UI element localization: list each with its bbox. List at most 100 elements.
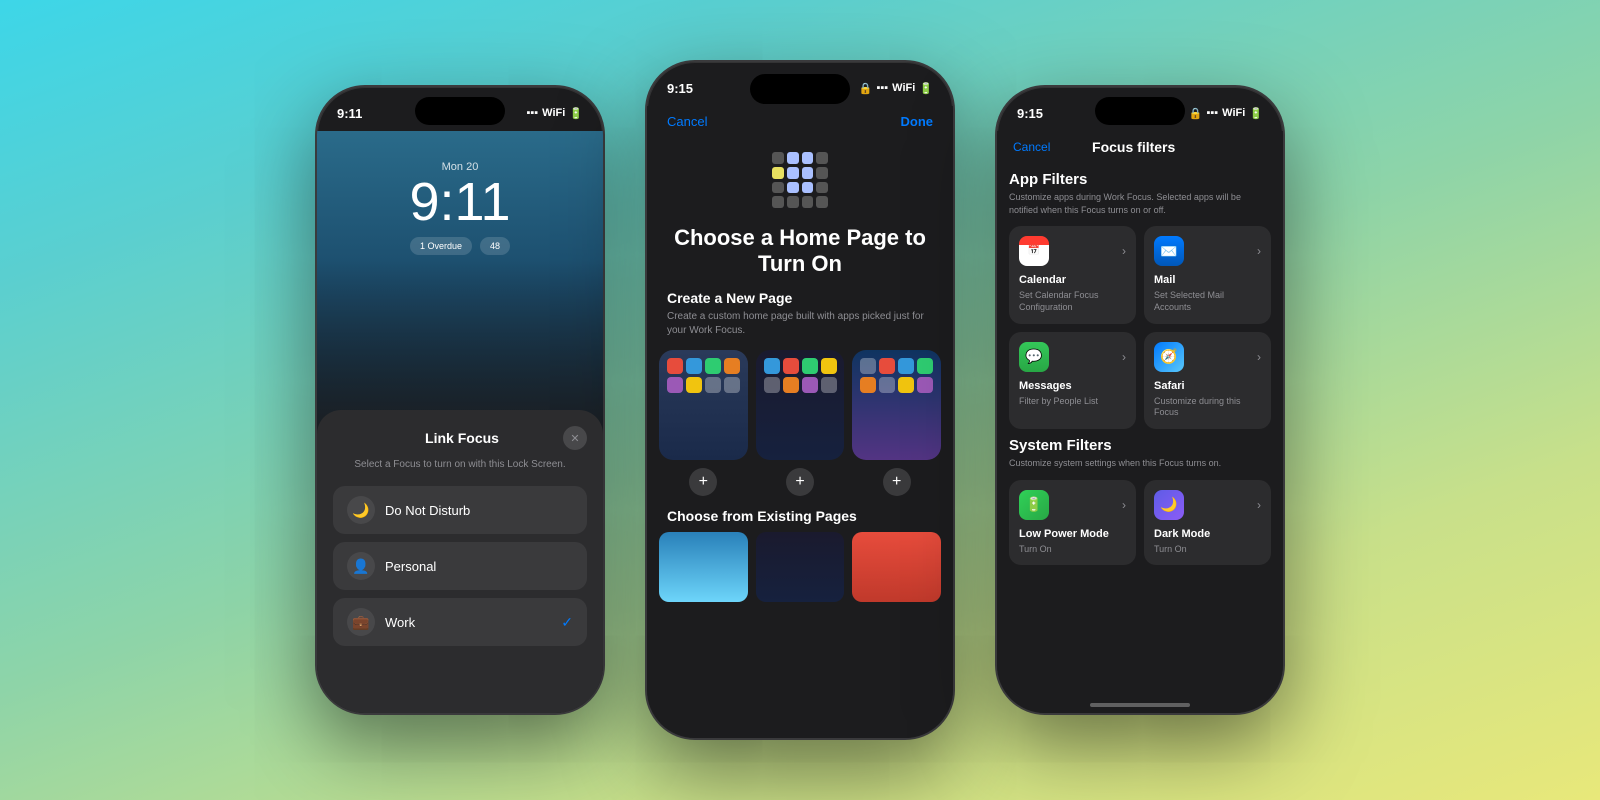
add-circle-icon-2: + — [786, 468, 814, 496]
personal-label: Personal — [385, 559, 573, 574]
existing-row — [647, 532, 953, 602]
battery-mode-desc: Turn On — [1019, 544, 1126, 556]
battery-sys-icon: 🔋 — [1019, 490, 1049, 520]
battery-chevron-icon: › — [1122, 498, 1126, 512]
phone-2: 9:15 🔒 ▪▪▪ WiFi 🔋 Cancel Done — [645, 60, 955, 740]
side-button-right-3 — [1283, 207, 1285, 257]
filter-card-darkmode[interactable]: 🌙 › Dark Mode Turn On — [1144, 480, 1271, 566]
home-page-thumb-3[interactable] — [852, 350, 941, 460]
add-btn-row: + + + — [647, 468, 953, 496]
status-time-3: 9:15 — [1017, 106, 1043, 121]
status-icons-3: 🔒 ▪▪▪ WiFi 🔋 — [1189, 107, 1263, 120]
thumb-icon — [917, 377, 933, 393]
filter-card-safari[interactable]: 🧭 › Safari Customize during this Focus — [1144, 332, 1271, 429]
phone-screen-3: Cancel Focus filters App Filters Customi… — [997, 131, 1283, 713]
hero-cell — [816, 196, 828, 208]
battery-icon-2: 🔋 — [919, 82, 933, 95]
lock-icon: 🔒 — [859, 82, 873, 95]
home-page-thumb-1[interactable] — [659, 350, 748, 460]
mail-name: Mail — [1154, 274, 1261, 286]
add-btn-2[interactable]: + — [756, 468, 845, 496]
add-btn-1[interactable]: + — [659, 468, 748, 496]
new-page-label: Create a New Page — [647, 290, 953, 306]
phone-3: 9:15 🔒 ▪▪▪ WiFi 🔋 Cancel Focus filters A… — [995, 85, 1285, 715]
focus-item-dnd[interactable]: 🌙 Do Not Disturb — [333, 486, 587, 534]
phone-screen-2: Cancel Done Cho — [647, 106, 953, 738]
focus-item-personal[interactable]: 👤 Personal — [333, 542, 587, 590]
app-filters-grid: 📅 › Calendar Set Calendar Focus Configur… — [1009, 226, 1271, 429]
calendar-name: Calendar — [1019, 274, 1126, 286]
side-button-right-2 — [953, 182, 955, 232]
filter-card-messages[interactable]: 💬 › Messages Filter by People List — [1009, 332, 1136, 429]
ls-widget: 1 Overdue 48 — [410, 237, 510, 255]
filter-card-calendar[interactable]: 📅 › Calendar Set Calendar Focus Configur… — [1009, 226, 1136, 323]
focus-item-work[interactable]: 💼 Work ✓ — [333, 598, 587, 646]
messages-chevron-icon: › — [1122, 350, 1126, 364]
dnd-icon: 🌙 — [347, 496, 375, 524]
status-time-2: 9:15 — [667, 81, 693, 96]
nav-bar-3: Cancel Focus filters — [997, 131, 1283, 163]
filter-card-mail[interactable]: ✉️ › Mail Set Selected Mail Accounts — [1144, 226, 1271, 323]
hero-icon — [765, 145, 835, 215]
dynamic-island-2 — [750, 74, 850, 104]
thumb-icon — [898, 377, 914, 393]
existing-thumb-3[interactable] — [852, 532, 941, 602]
hero-cell — [772, 182, 784, 194]
sheet-title: Link Focus — [361, 430, 563, 446]
hero-cell — [772, 196, 784, 208]
system-filters-desc: Customize system settings when this Focu… — [1009, 457, 1271, 470]
thumb-icon — [898, 358, 914, 374]
cancel-button-2[interactable]: Cancel — [667, 114, 707, 129]
messages-app-icon: 💬 — [1019, 342, 1049, 372]
phone-1: 9:11 ▪▪▪ WiFi 🔋 Mon 20 9:11 1 Overdue 48… — [315, 85, 605, 715]
work-icon: 💼 — [347, 608, 375, 636]
new-page-desc: Create a custom home page built with app… — [647, 310, 953, 338]
lock-screen-content: Mon 20 9:11 1 Overdue 48 — [317, 131, 603, 451]
thumb-icon — [821, 377, 837, 393]
darkmode-name: Dark Mode — [1154, 528, 1261, 540]
darkmode-chevron-icon: › — [1257, 498, 1261, 512]
thumb-icon — [783, 377, 799, 393]
thumb-icon — [802, 358, 818, 374]
thumb-icons-2 — [764, 358, 837, 393]
add-btn-3[interactable]: + — [852, 468, 941, 496]
cancel-button-3[interactable]: Cancel — [1013, 140, 1050, 154]
thumb-icon — [724, 377, 740, 393]
link-focus-sheet: Link Focus ✕ Select a Focus to turn on w… — [317, 410, 603, 713]
hero-cell — [787, 152, 799, 164]
hero-grid — [772, 152, 828, 208]
safari-name: Safari — [1154, 380, 1261, 392]
wifi-icon-2: WiFi — [892, 82, 915, 94]
thumb-icon — [724, 358, 740, 374]
safari-app-icon: 🧭 — [1154, 342, 1184, 372]
home-indicator-3 — [1090, 703, 1190, 707]
add-circle-icon-1: + — [689, 468, 717, 496]
hero-cell — [772, 167, 784, 179]
thumb-icon — [821, 358, 837, 374]
thumb-icon — [764, 358, 780, 374]
system-filters-grid: 🔋 › Low Power Mode Turn On 🌙 › Dark Mode… — [1009, 480, 1271, 566]
nav-title-3: Focus filters — [1092, 139, 1175, 155]
hero-cell — [816, 182, 828, 194]
home-page-thumb-2[interactable] — [756, 350, 845, 460]
signal-icon-3: ▪▪▪ — [1206, 107, 1218, 119]
done-button-2[interactable]: Done — [901, 114, 934, 129]
hero-cell — [816, 152, 828, 164]
calendar-app-icon: 📅 — [1019, 236, 1049, 266]
safari-desc: Customize during this Focus — [1154, 396, 1261, 419]
filter-card-mail-header: ✉️ › — [1154, 236, 1261, 266]
filter-card-battery-header: 🔋 › — [1019, 490, 1126, 520]
work-checkmark: ✓ — [561, 614, 573, 631]
mail-desc: Set Selected Mail Accounts — [1154, 290, 1261, 313]
sheet-close-button[interactable]: ✕ — [563, 426, 587, 450]
hero-cell — [787, 196, 799, 208]
signal-icon: ▪▪▪ — [526, 107, 538, 119]
existing-thumb-2[interactable] — [756, 532, 845, 602]
side-button-left-3 — [995, 187, 997, 217]
sheet-header: Link Focus ✕ — [333, 426, 587, 450]
thumb-icons-3 — [860, 358, 933, 393]
filter-card-battery[interactable]: 🔋 › Low Power Mode Turn On — [1009, 480, 1136, 566]
hero-cell — [787, 182, 799, 194]
signal-icon-2: ▪▪▪ — [876, 82, 888, 94]
existing-thumb-1[interactable] — [659, 532, 748, 602]
